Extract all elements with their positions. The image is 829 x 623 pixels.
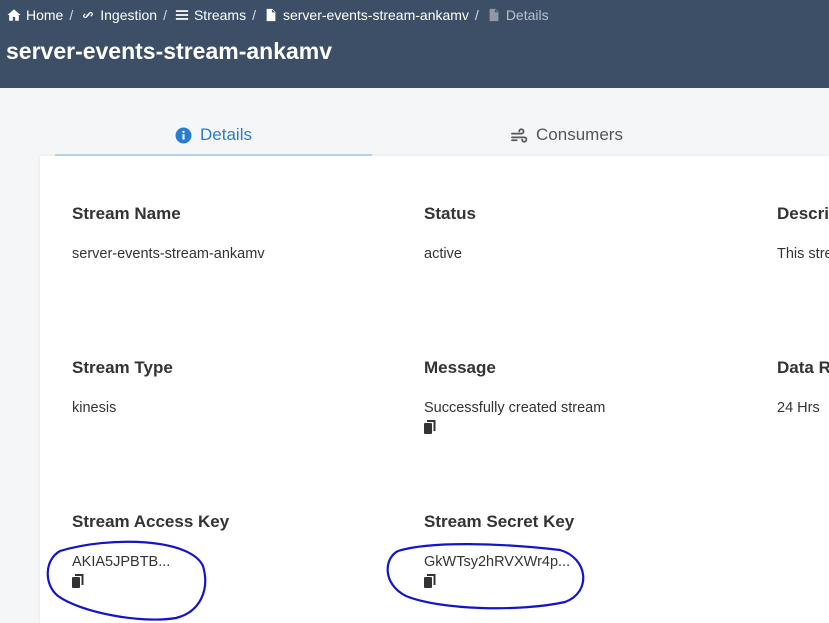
tab-label: Consumers [536,125,623,144]
field-label: Descri [777,204,829,223]
field-label: Status [424,204,476,223]
copy-icon[interactable] [424,574,436,588]
field-value: This stre [777,246,829,262]
field-value: AKIA5JPBTB... [72,554,171,570]
page-header: Home / Ingestion / Streams / server-even… [0,0,829,88]
field-message: Message Successfully created stream [424,358,605,434]
field-label: Message [424,358,496,377]
field-value: active [424,246,462,262]
link-icon [83,11,94,19]
breadcrumb-label: Ingestion [100,7,158,23]
file-icon [266,8,276,22]
field-stream-type: Stream Type kinesis [72,358,173,416]
breadcrumb-separator: / [474,7,479,23]
field-description: Descri This stre [777,204,829,262]
file-icon [489,8,499,22]
breadcrumb-separator: / [252,7,256,23]
breadcrumb-stream[interactable]: server-events-stream-ankamv [264,7,469,23]
field-label: Stream Name [72,204,181,223]
field-secret-key: Stream Secret Key GkWTsy2hRVXWr4p... [424,512,574,588]
field-status: Status active [424,204,476,262]
breadcrumb-label: server-events-stream-ankamv [282,7,469,23]
copy-icon[interactable] [424,420,436,434]
field-value: server-events-stream-ankamv [72,246,265,262]
breadcrumb-home[interactable]: Home [7,7,63,23]
field-stream-name: Stream Name server-events-stream-ankamv [72,204,265,262]
field-value: kinesis [72,400,117,416]
breadcrumb: Home / Ingestion / Streams / server-even… [7,6,549,24]
field-value: GkWTsy2hRVXWr4p... [424,554,571,570]
field-value: Successfully created stream [424,400,606,416]
copy-icon[interactable] [72,574,84,588]
details-card: Stream Name server-events-stream-ankamv … [40,156,829,623]
wind-icon [511,127,528,143]
info-circle-icon [175,127,192,143]
breadcrumb-streams[interactable]: Streams [175,7,246,23]
field-access-key: Stream Access Key AKIA5JPBTB... [72,512,229,588]
page-title: server-events-stream-ankamv [6,38,333,64]
breadcrumb-label: Streams [193,7,247,23]
tab-consumers[interactable]: Consumers [372,116,762,154]
field-label: Stream Secret Key [424,512,575,531]
field-label: Stream Access Key [72,512,230,531]
tab-bar: Details Consumers [55,116,829,157]
list-icon [175,10,189,20]
field-value: 24 Hrs [777,400,820,416]
tab-details[interactable]: Details [55,116,372,157]
breadcrumb-ingestion[interactable]: Ingestion [81,7,157,23]
breadcrumb-current: Details [487,7,549,23]
breadcrumb-separator: / [69,7,74,23]
field-data-retention: Data R 24 Hrs [777,358,829,416]
breadcrumb-separator: / [163,7,167,23]
home-icon [7,9,21,21]
breadcrumb-label: Home [26,7,64,23]
field-label: Stream Type [72,358,173,377]
breadcrumb-label: Details [505,7,549,23]
field-label: Data R [777,358,829,377]
tab-label: Details [200,125,252,144]
